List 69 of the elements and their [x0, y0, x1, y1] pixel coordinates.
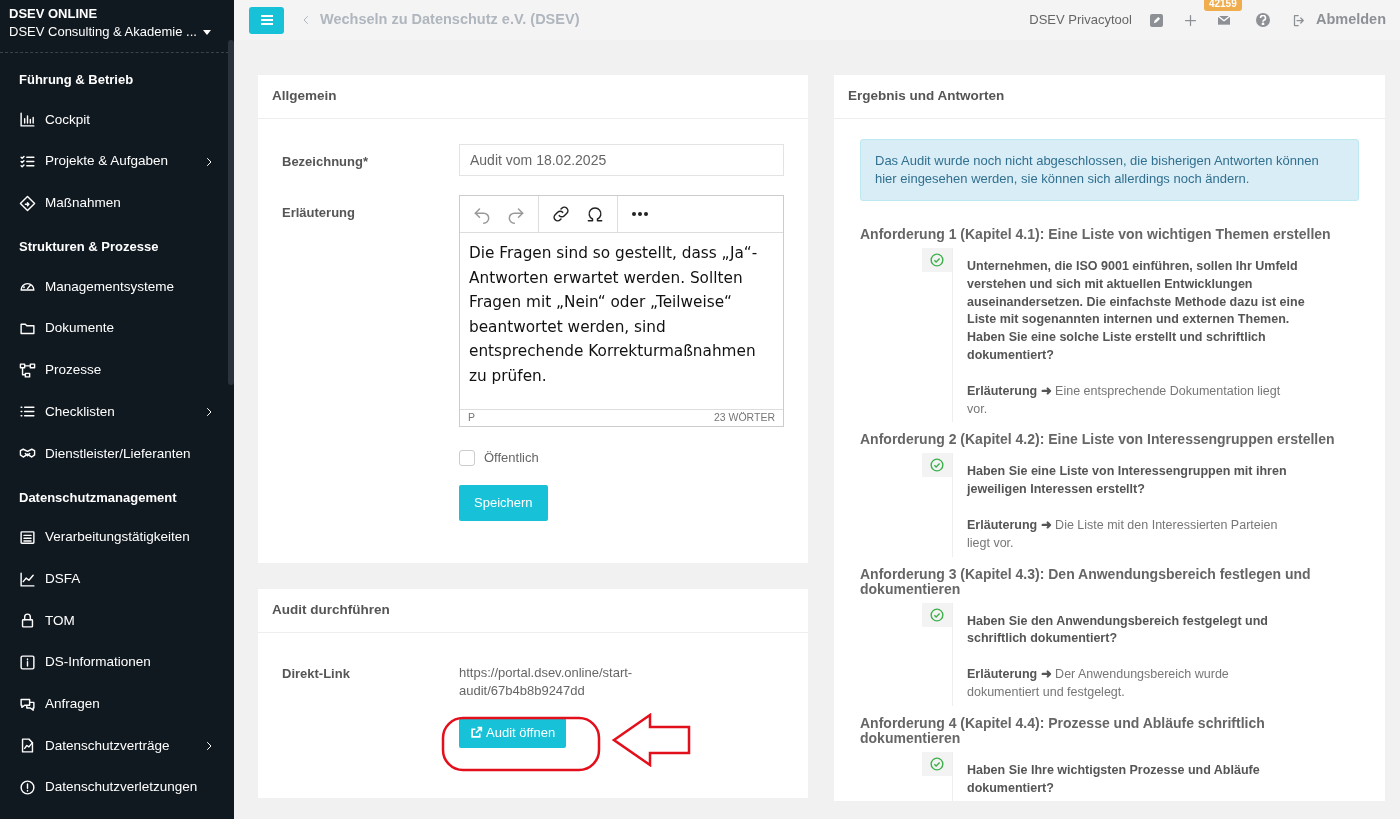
question-text: Haben Sie Ihre wichtigsten Prozesse und Abläufe dokumentiert? — [967, 761, 1261, 797]
diamond-icon — [19, 194, 36, 212]
organization-switcher[interactable]: DSEV Consulting & Akademie ... — [9, 22, 225, 42]
scrollbar[interactable] — [228, 40, 234, 385]
sidebar-item[interactable]: Managementsysteme — [0, 266, 226, 308]
brand-name: DSEV ONLINE — [9, 6, 99, 22]
caret-icon — [202, 29, 211, 35]
line-chart-icon — [19, 570, 36, 588]
requirement-heading: Anforderung 3 (Kapitel 4.3): Den Anwendungsbereich festlegen und dokumentieren — [860, 566, 1312, 597]
question-text: Haben Sie den Anwendungsbereich festgelegt und schriftlich dokumentiert? — [967, 612, 1269, 648]
requirement-heading: Anforderung 2 (Kapitel 4.2): Eine Liste von Interessengruppen erstellen — [860, 432, 1336, 448]
name-field[interactable]: Audit vom 18.02.2025 — [459, 144, 784, 176]
sidebar-item[interactable]: Datenschutzverträge — [0, 724, 226, 767]
direct-link-text: https://portal.dsev.online/start-audit/67b4b8b9247dd — [459, 663, 634, 700]
explanation-text: Erläuterung ➜ Der Anwendungsbereich wurde dokumentiert und festgelegt. — [967, 666, 1230, 701]
external-link-icon — [470, 726, 483, 739]
question-text: Unternehmen, die ISO 9001 einführen, sollen Ihr Umfeld verstehen und sich mit aktuellen Entwicklungen auseinandersetzen. Die einfachste Methode dazu ist eine Liste mit sogenannten internen und externen Themen. Haben Sie eine solche Liste erstellt und schriftlich dokumentiert? — [967, 258, 1306, 364]
sidebar-item[interactable]: Dokumente — [0, 307, 226, 350]
section-heading: Datenschutzmanagement — [18, 488, 178, 507]
document-edit-icon — [19, 737, 36, 755]
card-title: Audit durchführen — [258, 588, 808, 633]
alert-icon — [19, 778, 36, 796]
explanation-text: Erläuterung ➜ Eine entsprechende Dokumentation liegt vor. — [967, 382, 1282, 418]
requirement-heading: Anforderung 1 (Kapitel 4.1): Eine Liste von wichtigen Themen erstellen — [860, 227, 1332, 242]
sidebar-item[interactable]: Prozesse — [0, 349, 226, 392]
info-alert: Das Audit wurde noch nicht abgeschlossen, die bisherigen Antworten können hier eingesehen werden, sie können sich allerdings noch ändern. — [860, 139, 1359, 201]
app-name: DSEV Privacytool — [1029, 11, 1132, 30]
explanation-text: Erläuterung ➜ Die Liste mit den Interessierten Parteien liegt vor. — [967, 516, 1279, 552]
notification-badge: 42159 — [1203, 0, 1242, 11]
checkbox[interactable] — [459, 449, 475, 466]
requirement-heading: Anforderung 4 (Kapitel 4.4): Prozesse und Abläufe schriftlich dokumentieren — [860, 715, 1266, 746]
menu-icon — [259, 14, 274, 26]
help-icon[interactable] — [1255, 13, 1270, 27]
sidebar-item[interactable]: DSFA — [0, 558, 226, 600]
logout-icon — [1291, 12, 1307, 28]
more-icon — [632, 212, 648, 216]
field-label: Bezeichnung* — [282, 153, 369, 171]
card-title: Allgemein — [258, 75, 808, 119]
plus-icon[interactable] — [1182, 12, 1198, 28]
word-count: 23 WÖRTER — [713, 410, 775, 426]
sidebar-item[interactable]: Projekte & Aufgaben — [0, 140, 226, 183]
editor-text: Die Fragen sind so gestellt, dass „Ja“-Antworten erwartet werden. Sollten Fragen mit „Nein“ oder „Teilweise“ beantwortet werden, sind entsprechende Korrekturmaßnahmen zu prüfen. — [469, 243, 759, 387]
rich-text-editor[interactable]: Die Fragen sind so gestellt, dass „Ja“-Antworten erwartet werden. Sollten Fragen mit „Nein“ oder „Teilweise“ beantwortet werden, sind entsprechende Korrekturmaßnahmen zu prüfen. P 23 WÖRTER — [459, 195, 784, 427]
special-character-icon — [585, 204, 605, 224]
question-text: Haben Sie eine Liste von Interessengruppen mit ihren jeweiligen Interessen erstellt? — [967, 463, 1288, 499]
sidebar-item[interactable]: TOM — [0, 599, 226, 642]
field-label: Erläuterung — [282, 204, 356, 222]
edit-icon[interactable] — [1149, 13, 1163, 27]
sidebar-item[interactable]: DS-Informationen — [0, 641, 226, 684]
checkbox-label: Öffentlich — [484, 449, 539, 467]
info-icon — [19, 653, 36, 671]
table-icon — [19, 528, 36, 546]
sidebar-item[interactable]: Datenschutzverletzungen — [0, 766, 226, 809]
bar-chart-icon — [19, 111, 36, 129]
sidebar-item[interactable]: Verarbeitungstätigkeiten — [0, 516, 226, 559]
element-path: P — [468, 410, 475, 426]
sidebar-item[interactable]: Dienstleister/Lieferanten — [0, 432, 226, 475]
sidebar-item[interactable]: Maßnahmen — [0, 182, 226, 225]
sidebar-item[interactable]: Cockpit — [0, 99, 226, 141]
lock-icon — [19, 612, 36, 630]
flowchart-icon — [19, 361, 36, 379]
card-title: Ergebnis und Antworten — [834, 75, 1385, 119]
sidebar-item[interactable]: Checklisten — [0, 391, 226, 433]
section-heading: Strukturen & Prozesse — [18, 238, 160, 257]
sidebar-item[interactable]: Anfragen — [0, 683, 226, 725]
field-label: Direkt-Link — [282, 664, 351, 683]
section-heading: Führung & Betrieb — [18, 71, 135, 89]
link-icon — [551, 204, 571, 224]
menu-button[interactable] — [249, 6, 284, 34]
